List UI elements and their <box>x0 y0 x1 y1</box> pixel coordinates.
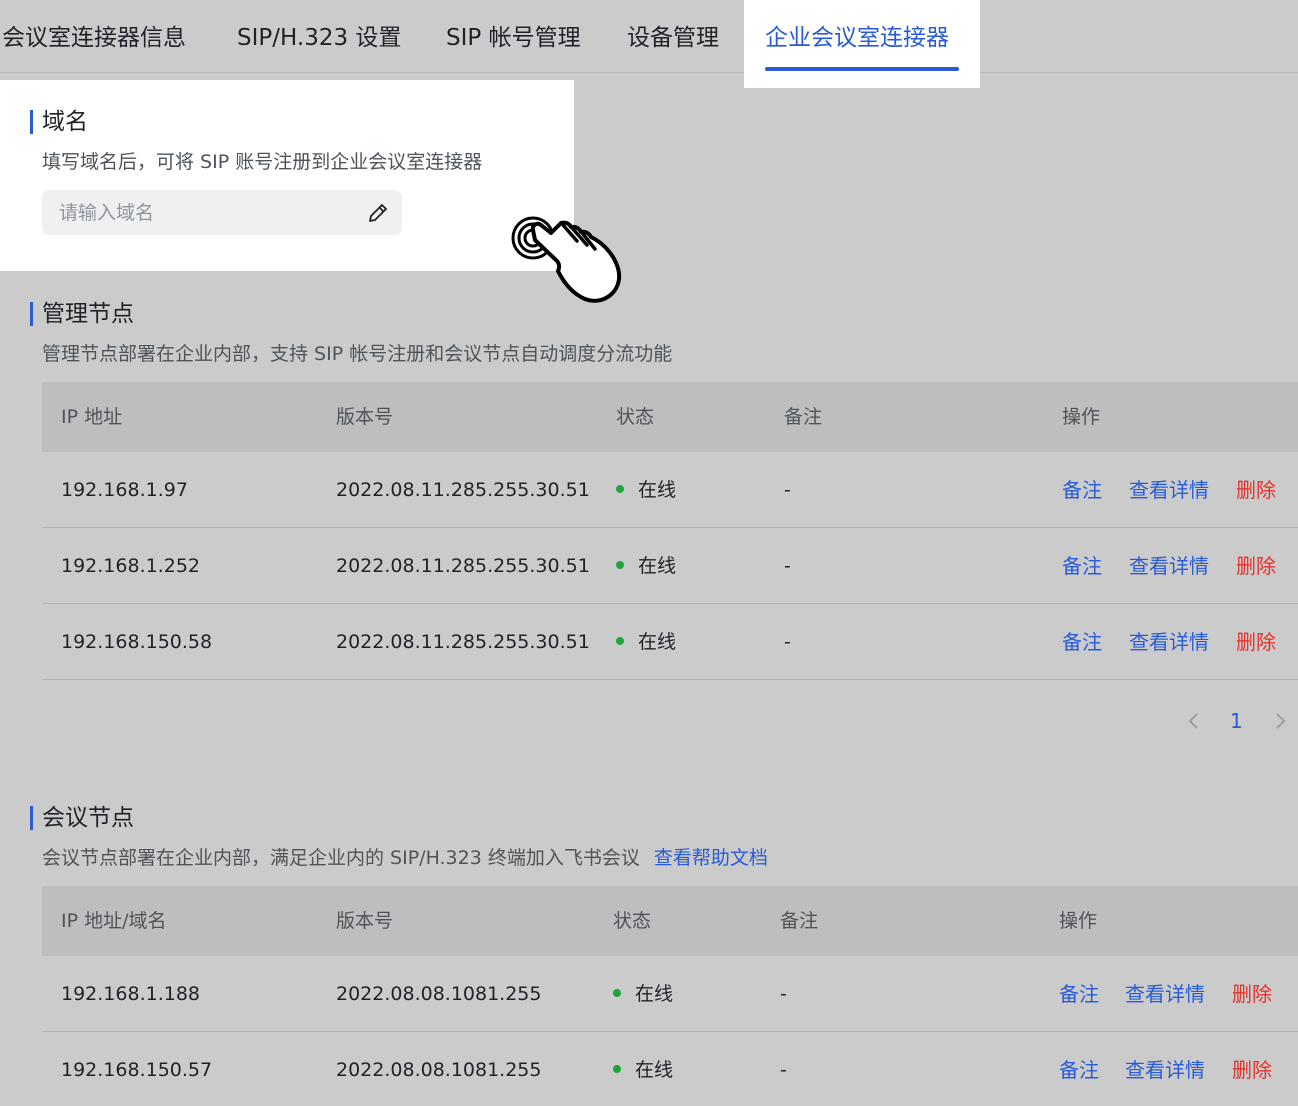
status-text: 在线 <box>638 555 677 577</box>
table-row: 192.168.1.252 2022.08.11.285.255.30.51 在… <box>42 528 1298 604</box>
delete-button[interactable]: 删除 <box>1236 604 1276 680</box>
table-header: IP 地址 版本号 状态 备注 操作 <box>42 382 1298 452</box>
column-status: 状态 <box>613 910 652 932</box>
page-number[interactable]: 1 <box>1230 706 1243 736</box>
status-text: 在线 <box>635 983 674 1005</box>
tab-device-management[interactable]: 设备管理 <box>627 0 719 73</box>
view-details-button[interactable]: 查看详情 <box>1125 1032 1205 1106</box>
delete-button[interactable]: 删除 <box>1236 528 1276 604</box>
active-tab-indicator <box>765 67 959 71</box>
column-ip-domain: IP 地址/域名 <box>61 910 167 932</box>
online-dot <box>616 484 624 493</box>
management-nodes-title: 管理节点 <box>30 300 134 328</box>
cell-version: 2022.08.11.285.255.30.51 <box>336 555 590 577</box>
pencil-icon[interactable] <box>366 201 390 225</box>
column-actions: 操作 <box>1059 910 1098 932</box>
meeting-nodes-table: IP 地址/域名 版本号 状态 备注 操作 192.168.1.188 2022… <box>42 886 1298 1106</box>
column-version: 版本号 <box>336 406 394 428</box>
cell-status: 在线 <box>613 956 673 1032</box>
management-nodes-description: 管理节点部署在企业内部，支持 SIP 帐号注册和会议节点自动调度分流功能 <box>42 343 673 365</box>
online-dot <box>616 636 624 645</box>
cell-ip: 192.168.1.252 <box>61 555 201 577</box>
column-ip: IP 地址 <box>61 406 123 428</box>
status-text: 在线 <box>635 1059 674 1081</box>
meeting-nodes-description-line: 会议节点部署在企业内部，满足企业内的 SIP/H.323 终端加入飞书会议 查看… <box>42 846 768 870</box>
column-note: 备注 <box>784 406 823 428</box>
cell-status: 在线 <box>616 452 676 528</box>
note-button[interactable]: 备注 <box>1059 1032 1099 1106</box>
cell-status: 在线 <box>613 1032 673 1106</box>
view-details-button[interactable]: 查看详情 <box>1125 956 1205 1032</box>
tab-bar: 会议室连接器信息 SIP/H.323 设置 SIP 帐号管理 设备管理 企业会议… <box>0 0 1298 88</box>
view-details-button[interactable]: 查看详情 <box>1129 528 1209 604</box>
table-row: 192.168.150.57 2022.08.08.1081.255 在线 - … <box>42 1032 1298 1106</box>
cell-note: - <box>780 983 787 1005</box>
chevron-left-icon[interactable] <box>1184 710 1204 732</box>
status-text: 在线 <box>638 631 677 653</box>
view-details-button[interactable]: 查看详情 <box>1129 452 1209 528</box>
tab-enterprise-connector-label: 企业会议室连接器 <box>765 25 949 51</box>
pointing-hand-icon <box>511 216 622 303</box>
table-row: 192.168.1.188 2022.08.08.1081.255 在线 - 备… <box>42 956 1298 1032</box>
cell-ip: 192.168.150.57 <box>61 1059 213 1081</box>
cell-ip: 192.168.1.188 <box>61 983 201 1005</box>
column-version: 版本号 <box>336 910 394 932</box>
view-details-button[interactable]: 查看详情 <box>1129 604 1209 680</box>
column-actions: 操作 <box>1062 406 1101 428</box>
domain-input[interactable] <box>42 190 402 235</box>
cell-version: 2022.08.11.285.255.30.51 <box>336 631 590 653</box>
note-button[interactable]: 备注 <box>1062 452 1102 528</box>
domain-description: 填写域名后，可将 SIP 账号注册到企业会议室连接器 <box>42 151 483 173</box>
cell-note: - <box>784 555 791 577</box>
domain-title: 域名 <box>30 108 88 136</box>
delete-button[interactable]: 删除 <box>1232 1032 1272 1106</box>
tab-sip-h323-settings[interactable]: SIP/H.323 设置 <box>237 0 401 73</box>
tab-sip-account-management[interactable]: SIP 帐号管理 <box>446 0 581 73</box>
table-row: 192.168.150.58 2022.08.11.285.255.30.51 … <box>42 604 1298 680</box>
cell-version: 2022.08.11.285.255.30.51 <box>336 479 590 501</box>
help-doc-link[interactable]: 查看帮助文档 <box>654 847 768 869</box>
note-button[interactable]: 备注 <box>1062 604 1102 680</box>
meeting-nodes-description: 会议节点部署在企业内部，满足企业内的 SIP/H.323 终端加入飞书会议 <box>42 847 640 869</box>
cell-status: 在线 <box>616 604 676 680</box>
online-dot <box>613 1064 621 1073</box>
delete-button[interactable]: 删除 <box>1232 956 1272 1032</box>
chevron-right-icon[interactable] <box>1270 710 1290 732</box>
cell-ip: 192.168.150.58 <box>61 631 213 653</box>
meeting-nodes-title: 会议节点 <box>30 804 134 832</box>
cell-version: 2022.08.08.1081.255 <box>336 1059 542 1081</box>
table-row: 192.168.1.97 2022.08.11.285.255.30.51 在线… <box>42 452 1298 528</box>
cell-note: - <box>784 479 791 501</box>
note-button[interactable]: 备注 <box>1059 956 1099 1032</box>
cell-version: 2022.08.08.1081.255 <box>336 983 542 1005</box>
management-nodes-table: IP 地址 版本号 状态 备注 操作 192.168.1.97 2022.08.… <box>42 382 1298 680</box>
cell-status: 在线 <box>616 528 676 604</box>
cell-ip: 192.168.1.97 <box>61 479 188 501</box>
cell-note: - <box>780 1059 787 1081</box>
table-header: IP 地址/域名 版本号 状态 备注 操作 <box>42 886 1298 956</box>
online-dot <box>616 560 624 569</box>
domain-section: 域名 填写域名后，可将 SIP 账号注册到企业会议室连接器 <box>0 80 574 271</box>
delete-button[interactable]: 删除 <box>1236 452 1276 528</box>
status-text: 在线 <box>638 479 677 501</box>
column-note: 备注 <box>780 910 819 932</box>
online-dot <box>613 988 621 997</box>
column-status: 状态 <box>616 406 655 428</box>
cell-note: - <box>784 631 791 653</box>
tab-connector-info[interactable]: 会议室连接器信息 <box>2 0 186 73</box>
tab-enterprise-connector[interactable]: 企业会议室连接器 <box>744 0 980 88</box>
note-button[interactable]: 备注 <box>1062 528 1102 604</box>
